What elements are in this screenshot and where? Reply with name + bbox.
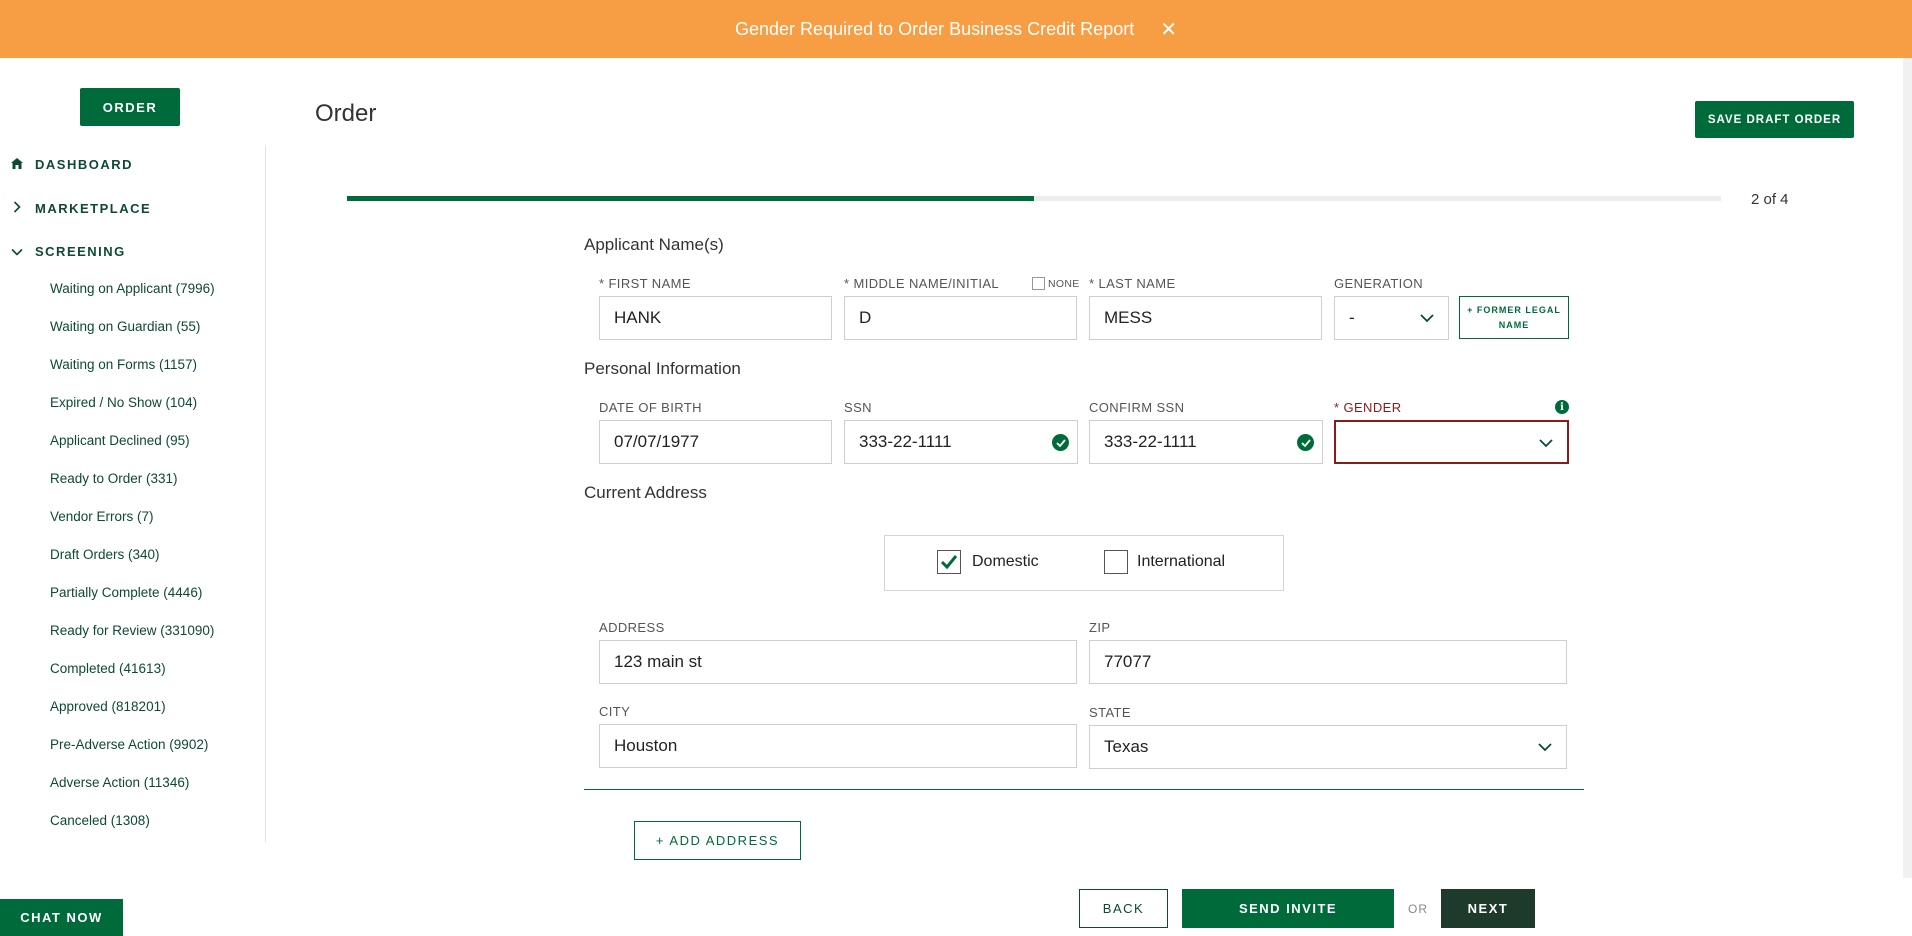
sidebar-item-completed[interactable]: Completed (41613): [50, 661, 166, 676]
sidebar-item-marketplace[interactable]: MARKETPLACE: [10, 201, 151, 216]
sidebar-item-partially-complete[interactable]: Partially Complete (4446): [50, 585, 202, 600]
next-button[interactable]: NEXT: [1441, 889, 1535, 928]
generation-label: GENERATION: [1334, 276, 1423, 291]
city-input[interactable]: Houston: [599, 724, 1077, 768]
zip-input[interactable]: 77077: [1089, 640, 1567, 684]
sidebar-item-expired-no-show[interactable]: Expired / No Show (104): [50, 395, 197, 410]
sidebar: DASHBOARD MARKETPLACE SCREENING Waiting …: [0, 146, 266, 842]
last-name-input[interactable]: MESS: [1089, 296, 1322, 340]
check-circle-icon: [1052, 434, 1069, 451]
sidebar-item-label: MARKETPLACE: [35, 201, 152, 216]
send-invite-button[interactable]: SEND INVITE: [1182, 889, 1394, 928]
state-value: Texas: [1104, 737, 1149, 756]
sidebar-item-label: DASHBOARD: [35, 157, 133, 172]
confirm-ssn-label: CONFIRM SSN: [1089, 400, 1185, 415]
info-icon[interactable]: i: [1555, 400, 1569, 414]
address-value: 123 main st: [614, 652, 702, 671]
check-circle-icon: [1297, 434, 1314, 451]
international-label: International: [1137, 553, 1226, 570]
confirm-ssn-value: 333-22-1111: [1104, 432, 1197, 451]
last-name-label: * LAST NAME: [1089, 276, 1176, 291]
chevron-right-icon: [10, 201, 24, 216]
sidebar-item-waiting-on-applicant[interactable]: Waiting on Applicant (7996): [50, 281, 215, 296]
date-of-birth-value: 07/07/1977: [614, 432, 700, 451]
address-label: ADDRESS: [599, 620, 665, 635]
sidebar-item-canceled[interactable]: Canceled (1308): [50, 813, 150, 828]
date-of-birth-input[interactable]: 07/07/1977: [599, 420, 832, 464]
page-scrollbar[interactable]: [1903, 58, 1912, 878]
or-separator: OR: [1408, 902, 1428, 916]
ssn-input[interactable]: 333-22-1111: [844, 420, 1078, 464]
current-address-heading: Current Address: [584, 483, 707, 502]
progress-text: 2 of 4: [1751, 191, 1789, 208]
address-input[interactable]: 123 main st: [599, 640, 1077, 684]
sidebar-item-ready-for-review[interactable]: Ready for Review (331090): [50, 623, 214, 638]
chevron-down-icon: [1420, 308, 1434, 328]
progress-fill: [347, 196, 1034, 201]
sidebar-item-waiting-on-guardian[interactable]: Waiting on Guardian (55): [50, 319, 200, 334]
chevron-down-icon: [10, 245, 24, 259]
none-checkbox-label: NONE: [1048, 278, 1080, 290]
close-icon[interactable]: ✕: [1160, 17, 1177, 42]
domestic-checkbox[interactable]: [937, 550, 961, 574]
former-legal-name-button[interactable]: + FORMER LEGAL NAME: [1459, 296, 1569, 339]
sidebar-item-screening[interactable]: SCREENING: [10, 244, 126, 259]
alert-message: Gender Required to Order Business Credit…: [735, 18, 1135, 39]
sidebar-item-ready-to-order[interactable]: Ready to Order (331): [50, 471, 178, 486]
date-of-birth-label: DATE OF BIRTH: [599, 400, 702, 415]
home-icon: [10, 157, 24, 172]
add-address-button[interactable]: + ADD ADDRESS: [634, 821, 801, 860]
state-label: STATE: [1089, 705, 1131, 720]
last-name-value: MESS: [1104, 308, 1153, 327]
progress-bar: [347, 196, 1721, 201]
state-select[interactable]: Texas: [1089, 725, 1567, 769]
zip-value: 77077: [1104, 652, 1152, 671]
generation-value: -: [1349, 308, 1355, 327]
first-name-label: * FIRST NAME: [599, 276, 691, 291]
sidebar-item-pre-adverse-action[interactable]: Pre-Adverse Action (9902): [50, 737, 208, 752]
save-draft-order-button[interactable]: SAVE DRAFT ORDER: [1695, 101, 1854, 138]
city-label: CITY: [599, 704, 631, 719]
alert-banner: Gender Required to Order Business Credit…: [0, 0, 1912, 58]
ssn-label: SSN: [844, 400, 872, 415]
sidebar-item-approved[interactable]: Approved (818201): [50, 699, 166, 714]
applicant-names-heading: Applicant Name(s): [584, 235, 724, 254]
sidebar-item-adverse-action[interactable]: Adverse Action (11346): [50, 775, 189, 790]
chevron-down-icon: [1538, 737, 1552, 757]
sidebar-item-waiting-on-forms[interactable]: Waiting on Forms (1157): [50, 357, 197, 372]
generation-select[interactable]: -: [1334, 296, 1449, 340]
back-button[interactable]: BACK: [1079, 889, 1168, 928]
middle-name-input[interactable]: D: [844, 296, 1077, 340]
city-value: Houston: [614, 736, 678, 755]
gender-select[interactable]: [1334, 420, 1569, 464]
none-checkbox[interactable]: [1032, 277, 1045, 290]
sidebar-item-label: SCREENING: [35, 244, 126, 259]
sidebar-item-applicant-declined[interactable]: Applicant Declined (95): [50, 433, 190, 448]
page-title: Order: [315, 100, 377, 127]
international-checkbox[interactable]: [1104, 550, 1128, 574]
personal-information-heading: Personal Information: [584, 359, 741, 378]
middle-name-label: * MIDDLE NAME/INITIAL: [844, 276, 1000, 291]
sidebar-item-dashboard[interactable]: DASHBOARD: [10, 157, 133, 172]
first-name-input[interactable]: HANK: [599, 296, 832, 340]
order-button[interactable]: ORDER: [80, 88, 180, 126]
middle-name-value: D: [859, 308, 872, 327]
chevron-down-icon: [1539, 433, 1553, 453]
gender-label: * GENDER: [1334, 400, 1402, 415]
first-name-value: HANK: [614, 308, 662, 327]
checkmark-icon: [940, 555, 958, 570]
address-divider: [584, 789, 1584, 790]
ssn-value: 333-22-1111: [859, 432, 952, 451]
zip-label: ZIP: [1089, 620, 1111, 635]
sidebar-item-vendor-errors[interactable]: Vendor Errors (7): [50, 509, 154, 524]
sidebar-item-draft-orders[interactable]: Draft Orders (340): [50, 547, 160, 562]
confirm-ssn-input[interactable]: 333-22-1111: [1089, 420, 1323, 464]
address-type-group: Domestic International: [884, 535, 1284, 591]
chat-now-button[interactable]: CHAT NOW: [0, 899, 123, 936]
domestic-label: Domestic: [972, 553, 1039, 570]
